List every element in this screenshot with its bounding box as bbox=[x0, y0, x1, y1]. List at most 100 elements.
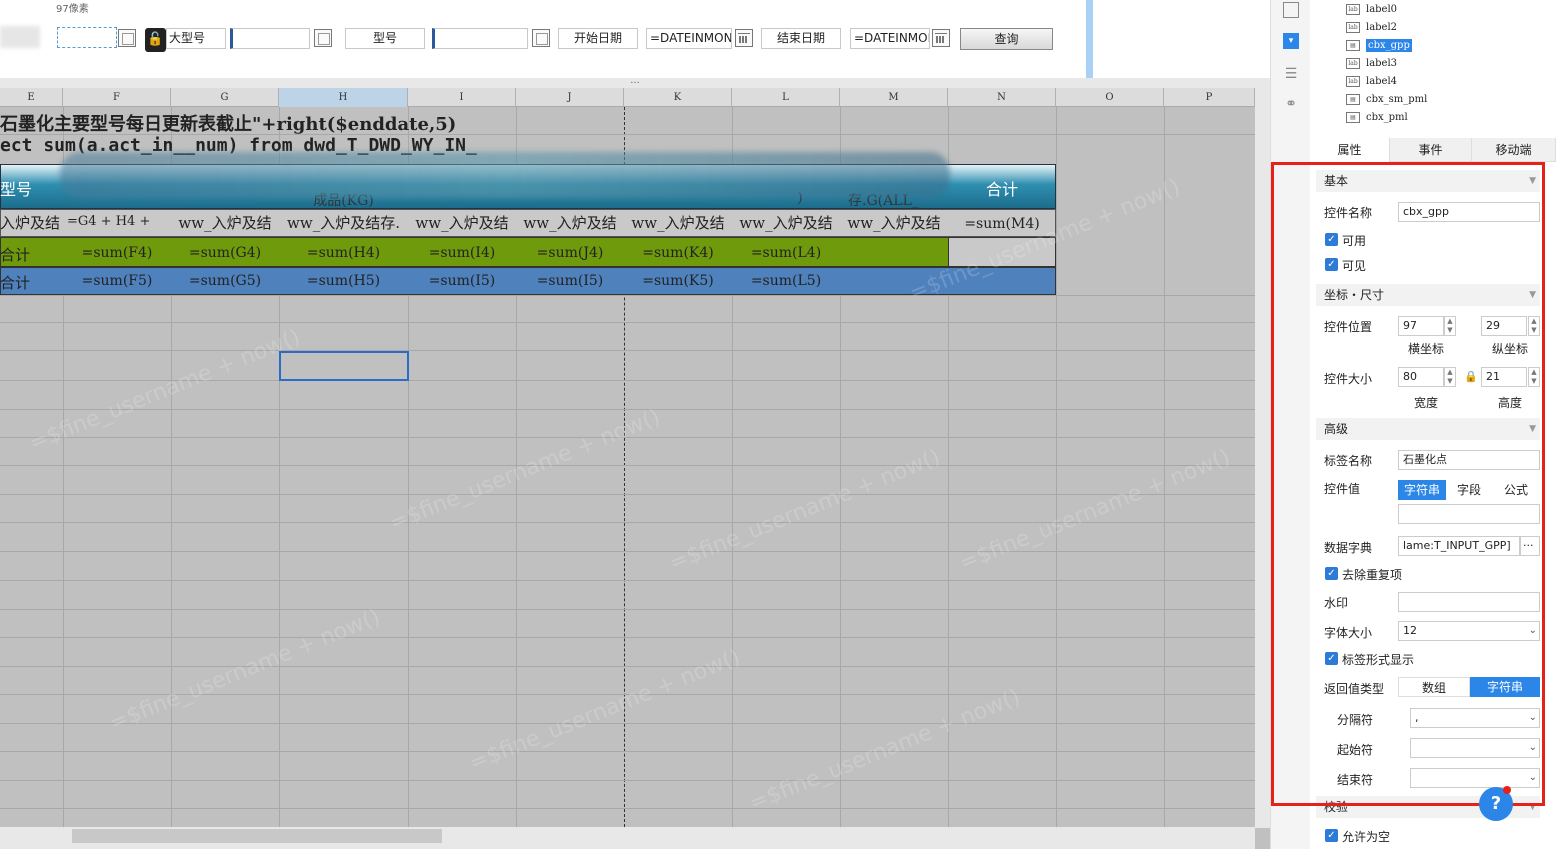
grid-line bbox=[0, 609, 1255, 610]
combo-icon: ▤ bbox=[1346, 40, 1360, 51]
tab-mobile[interactable]: 移动端 bbox=[1472, 138, 1556, 162]
layers-icon[interactable]: ☰ bbox=[1283, 66, 1299, 82]
tree-item-selected[interactable]: ▤ cbx_gpp bbox=[1346, 37, 1412, 54]
col-header[interactable]: K bbox=[624, 88, 732, 107]
col-header[interactable]: L bbox=[732, 88, 840, 107]
tree-item[interactable]: lab label3 bbox=[1346, 55, 1397, 72]
tree-item-label: label2 bbox=[1366, 22, 1398, 33]
report-title-cell[interactable]: 石墨化主要型号每日更新表截止"+right($enddate,5) bbox=[0, 110, 456, 136]
grid-line bbox=[0, 808, 1255, 809]
formula-cell[interactable]: ww_入炉及结 bbox=[732, 212, 840, 233]
allow-empty-checkbox[interactable]: ✓ bbox=[1325, 829, 1338, 842]
formula-cell[interactable]: ww_入炉及结存. bbox=[279, 212, 408, 233]
splitter-handle[interactable]: ... bbox=[0, 76, 1270, 88]
col-header[interactable]: I bbox=[408, 88, 516, 107]
tree-item[interactable]: lab label4 bbox=[1346, 73, 1397, 90]
green-cell[interactable]: =sum(K4) bbox=[624, 245, 732, 261]
calendar-icon[interactable] bbox=[932, 29, 950, 47]
green-cell[interactable]: =sum(J4) bbox=[516, 245, 624, 261]
tree-item[interactable]: lab label2 bbox=[1346, 19, 1397, 36]
header-cell-total[interactable]: 合计 bbox=[948, 176, 1056, 200]
lock-icon[interactable]: 🔓 bbox=[145, 28, 166, 52]
label-xinghao: 型号 bbox=[345, 28, 425, 49]
col-header[interactable]: J bbox=[516, 88, 624, 107]
widget-settings-icon[interactable]: ▾ bbox=[1283, 33, 1299, 49]
blue-cell[interactable]: =sum(I5) bbox=[408, 273, 516, 289]
combo-icon[interactable] bbox=[118, 29, 136, 47]
daxinghao-combo[interactable] bbox=[230, 28, 310, 49]
tree-item-label: cbx_gpp bbox=[1366, 39, 1412, 52]
end-date-input[interactable]: =DATEINMON bbox=[850, 28, 930, 49]
grid-line bbox=[0, 694, 1255, 695]
col-header[interactable]: F bbox=[63, 88, 171, 107]
xinghao-combo[interactable] bbox=[432, 28, 528, 49]
col-header[interactable]: G bbox=[171, 88, 279, 107]
grid-line bbox=[0, 637, 1255, 638]
tree-item[interactable]: ▤ cbx_sm_pml bbox=[1346, 91, 1427, 108]
square-icon[interactable] bbox=[1283, 2, 1299, 18]
selected-cell[interactable] bbox=[279, 351, 409, 381]
label-start-date: 开始日期 bbox=[558, 28, 638, 49]
grid-line bbox=[0, 350, 1255, 351]
calendar-icon[interactable] bbox=[735, 29, 753, 47]
blue-cell[interactable]: =sum(H5) bbox=[279, 273, 408, 289]
formula-cell[interactable]: 入炉及结 bbox=[0, 212, 63, 233]
tree-item[interactable]: ▤ cbx_pml bbox=[1346, 109, 1408, 126]
formula-cell[interactable]: ww_入炉及结 bbox=[516, 212, 624, 233]
tab-events[interactable]: 事件 bbox=[1390, 138, 1472, 162]
header-cell[interactable]: 型号 bbox=[0, 176, 40, 200]
col-header[interactable]: M bbox=[840, 88, 948, 107]
label-icon: lab bbox=[1346, 4, 1360, 15]
gpp-combo-selected[interactable] bbox=[57, 27, 117, 48]
grid-line bbox=[1056, 107, 1057, 827]
label-icon: lab bbox=[1346, 58, 1360, 69]
tree-item-label: label3 bbox=[1366, 58, 1398, 69]
green-cell[interactable]: =sum(L4) bbox=[732, 245, 840, 261]
combo-icon[interactable] bbox=[314, 29, 332, 47]
blue-cell[interactable]: =sum(F5) bbox=[63, 273, 171, 289]
green-cell[interactable]: =sum(I4) bbox=[408, 245, 516, 261]
tree-item-label: cbx_sm_pml bbox=[1366, 94, 1428, 105]
grid-line bbox=[0, 666, 1255, 667]
label-icon: lab bbox=[1346, 76, 1360, 87]
grid-line bbox=[0, 723, 1255, 724]
combo-icon[interactable] bbox=[532, 29, 550, 47]
col-header-selected[interactable]: H bbox=[279, 88, 408, 107]
parameter-panel: 97像素 🔓 大型号 型号 开始日期 =DATEINMONT 结束日期 =DAT… bbox=[0, 0, 1090, 78]
formula-cell[interactable]: ww_入炉及结 bbox=[840, 212, 948, 233]
blue-cell[interactable]: =sum(I5) bbox=[516, 273, 624, 289]
blue-cell[interactable]: =sum(L5) bbox=[732, 273, 840, 289]
formula-cell[interactable]: ww_入炉及结 bbox=[171, 212, 279, 233]
grid-line bbox=[0, 551, 1255, 552]
col-header[interactable]: P bbox=[1164, 88, 1255, 107]
empty-cell[interactable] bbox=[948, 237, 1056, 267]
formula-cell[interactable]: =G4 + H4 + bbox=[63, 214, 171, 229]
formula-cell[interactable]: ww_入炉及结 bbox=[624, 212, 732, 233]
col-header[interactable]: E bbox=[0, 88, 63, 107]
col-header[interactable]: N bbox=[948, 88, 1056, 107]
property-tabs: 属性 事件 移动端 bbox=[1310, 138, 1556, 162]
blue-cell[interactable]: =sum(K5) bbox=[624, 273, 732, 289]
allow-empty-label: 允许为空 bbox=[1342, 830, 1391, 844]
green-cell[interactable]: 合计 bbox=[0, 244, 63, 265]
green-cell[interactable]: =sum(G4) bbox=[171, 245, 279, 261]
formula-cell[interactable]: =sum(M4) bbox=[948, 216, 1056, 232]
grid-line bbox=[0, 437, 1255, 438]
blue-cell[interactable]: =sum(G5) bbox=[171, 273, 279, 289]
green-cell[interactable]: =sum(F4) bbox=[63, 245, 171, 261]
scrollbar-thumb[interactable] bbox=[72, 829, 442, 843]
start-date-input[interactable]: =DATEINMONT bbox=[646, 28, 732, 49]
column-header: E F G H I J K L M N O P bbox=[0, 88, 1255, 107]
tab-properties[interactable]: 属性 bbox=[1310, 138, 1390, 162]
green-cell[interactable]: =sum(H4) bbox=[279, 245, 408, 261]
tree-item[interactable]: lab label0 bbox=[1346, 1, 1397, 18]
tree-item-label: label4 bbox=[1366, 76, 1398, 87]
vertical-scrollbar[interactable] bbox=[1255, 88, 1270, 828]
blue-cell[interactable]: 合计 bbox=[0, 272, 63, 293]
link-icon[interactable]: ⚭ bbox=[1283, 96, 1299, 112]
formula-cell[interactable]: ww_入炉及结 bbox=[408, 212, 516, 233]
grid-line bbox=[0, 465, 1255, 466]
col-header[interactable]: O bbox=[1056, 88, 1164, 107]
canvas-edge bbox=[1086, 0, 1093, 78]
query-button[interactable]: 查询 bbox=[960, 28, 1053, 50]
